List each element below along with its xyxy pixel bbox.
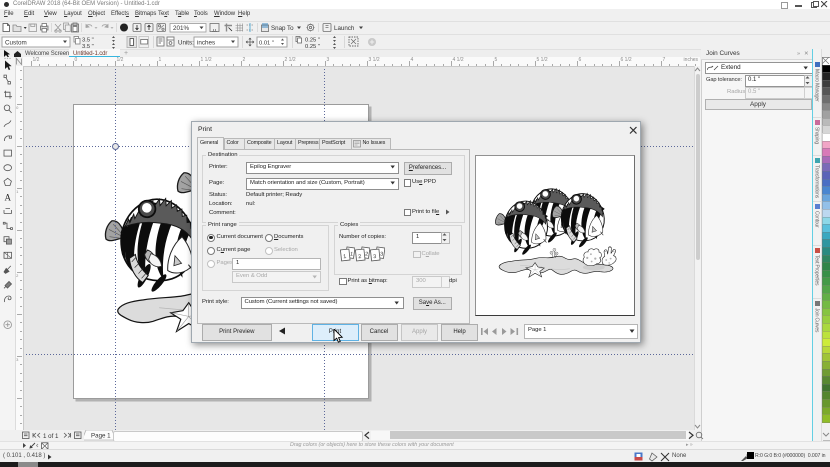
svg-text:Units:: Units: [178,40,194,47]
svg-text:0.25 ": 0.25 " [305,38,320,44]
svg-text:Launch: Launch [334,25,355,32]
svg-text:Snap To: Snap To [271,25,294,32]
svg-text:201%: 201% [173,25,190,32]
svg-text:3.5 ": 3.5 " [82,38,94,44]
svg-text:0.01 ": 0.01 " [259,41,274,47]
svg-text:1 of 1: 1 of 1 [43,433,59,440]
svg-text:Page 1: Page 1 [91,433,111,440]
svg-text:Custom: Custom [5,40,27,47]
svg-text:A: A [5,192,12,202]
svg-text:inches: inches [197,40,215,47]
